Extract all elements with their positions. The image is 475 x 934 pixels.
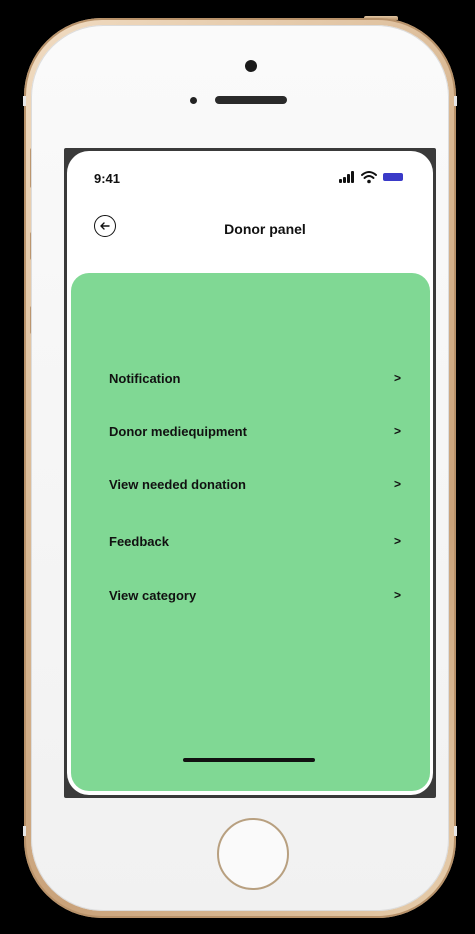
menu-item-notification[interactable]: Notification >	[109, 367, 405, 389]
menu-item-view-needed-donation[interactable]: View needed donation >	[109, 473, 405, 495]
stage: 9:41 Donor panel Notification > Donor me…	[0, 0, 475, 934]
earpiece-speaker	[215, 96, 287, 104]
menu-item-label: View category	[109, 587, 197, 603]
frame-notch	[23, 826, 26, 836]
menu-item-donor-mediequipment[interactable]: Donor mediequipment >	[109, 420, 405, 442]
status-time: 9:41	[94, 171, 121, 186]
chevron-right-icon: >	[393, 588, 401, 602]
menu-item-view-category[interactable]: View category >	[109, 584, 405, 606]
frame-notch	[23, 96, 26, 106]
chevron-right-icon: >	[393, 477, 401, 491]
menu-item-label: Notification	[109, 370, 181, 386]
home-indicator[interactable]	[183, 758, 315, 762]
battery-icon	[383, 173, 403, 181]
chevron-right-icon: >	[393, 371, 401, 385]
cellular-signal-icon	[339, 171, 355, 183]
page-title: Donor panel	[224, 221, 306, 237]
proximity-sensor-icon	[190, 97, 197, 104]
menu-item-feedback[interactable]: Feedback >	[109, 530, 405, 552]
menu-item-label: View needed donation	[109, 476, 247, 492]
chevron-right-icon: >	[393, 534, 401, 548]
status-icons	[339, 170, 409, 184]
frame-notch	[454, 826, 457, 836]
status-bar: 9:41	[67, 151, 433, 197]
menu-item-label: Donor mediequipment	[109, 423, 247, 439]
donor-menu-panel: Notification > Donor mediequipment > Vie…	[71, 273, 430, 791]
menu-item-label: Feedback	[109, 533, 169, 549]
chevron-right-icon: >	[393, 424, 401, 438]
home-button[interactable]	[217, 818, 289, 890]
wifi-icon	[361, 171, 377, 184]
frame-notch	[454, 96, 457, 106]
nav-header: Donor panel	[67, 207, 433, 253]
app-screen: 9:41 Donor panel Notification > Donor me…	[67, 151, 433, 795]
menu-list: Notification > Donor mediequipment > Vie…	[71, 273, 430, 791]
front-camera-icon	[245, 60, 257, 72]
